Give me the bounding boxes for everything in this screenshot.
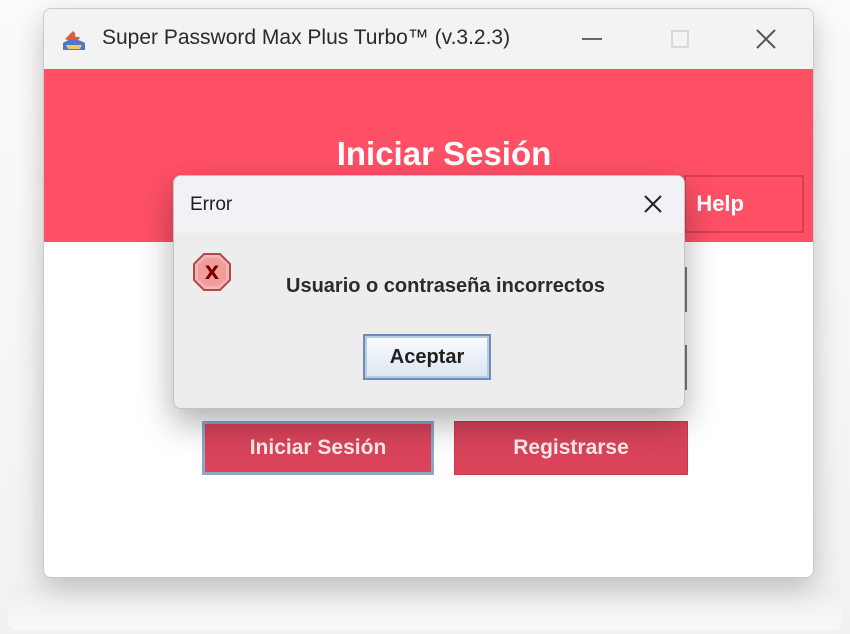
error-dialog: Error X Usuario o contraseña incorrectos… bbox=[173, 175, 685, 409]
help-button[interactable]: Help bbox=[684, 175, 804, 233]
window-reflection bbox=[8, 585, 842, 630]
dialog-titlebar: Error bbox=[174, 176, 684, 233]
login-button[interactable]: Iniciar Sesión bbox=[202, 421, 434, 475]
register-button[interactable]: Registrarse bbox=[454, 421, 688, 475]
minimize-icon[interactable] bbox=[576, 23, 608, 55]
page-title: Iniciar Sesión bbox=[336, 135, 552, 172]
desktop: Super Password Max Plus Turbo™ (v.3.2.3)… bbox=[0, 0, 850, 634]
error-glyph: X bbox=[205, 262, 220, 284]
error-message: Usuario o contraseña incorrectos bbox=[286, 275, 605, 297]
dialog-title: Error bbox=[190, 194, 233, 215]
error-icon: X bbox=[192, 252, 232, 292]
maximize-icon[interactable] bbox=[664, 23, 696, 55]
close-icon[interactable] bbox=[750, 23, 782, 55]
window-title: Super Password Max Plus Turbo™ (v.3.2.3) bbox=[102, 26, 511, 49]
main-titlebar: Super Password Max Plus Turbo™ (v.3.2.3) bbox=[44, 9, 813, 70]
close-icon[interactable] bbox=[640, 191, 666, 217]
accept-button[interactable]: Aceptar bbox=[363, 334, 491, 380]
java-cup-icon bbox=[60, 26, 88, 52]
